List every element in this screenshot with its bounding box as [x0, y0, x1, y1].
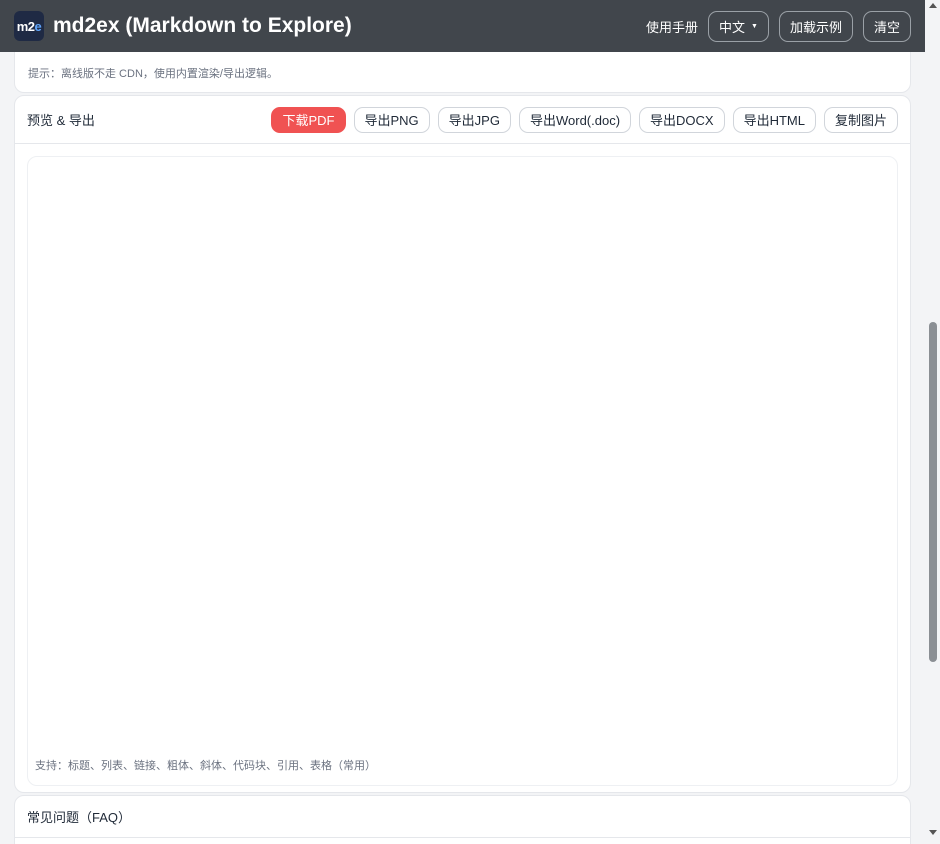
offline-hint-text: 提示：离线版不走 CDN，使用内置渲染/导出逻辑。 [28, 68, 278, 80]
faq-title[interactable]: 常见问题（FAQ） [15, 796, 910, 838]
scroll-up-arrow-icon[interactable] [929, 3, 937, 8]
faq-card: 常见问题（FAQ） [14, 795, 911, 844]
export-png-button[interactable]: 导出PNG [353, 106, 430, 133]
markdown-preview-area[interactable] [27, 156, 898, 786]
page-scrollbar[interactable] [925, 0, 940, 844]
download-pdf-button[interactable]: 下载PDF [271, 106, 346, 133]
supported-syntax-text: 支持：标题、列表、链接、粗体、斜体、代码块、引用、表格（常用） [35, 760, 376, 772]
export-html-button[interactable]: 导出HTML [732, 106, 816, 133]
load-example-button[interactable]: 加载示例 [778, 10, 853, 42]
scroll-down-arrow-icon[interactable] [929, 830, 937, 835]
page: 提示：离线版不走 CDN，使用内置渲染/导出逻辑。 m2 e md2ex (Mar… [0, 0, 940, 844]
app-logo[interactable]: m2 e [14, 11, 44, 41]
clear-button[interactable]: 清空 [862, 10, 911, 42]
logo-text-accent: e [34, 18, 42, 34]
language-select-label: 中文 [719, 19, 746, 35]
preview-card-title: 预览 & 导出 [27, 113, 95, 128]
language-select[interactable]: 中文 ▼ [708, 10, 769, 42]
scrollbar-thumb[interactable] [929, 322, 937, 662]
preview-export-card: 预览 & 导出 下载PDF 导出PNG 导出JPG 导出Word(.doc) 导… [14, 95, 911, 793]
export-button-group: 下载PDF 导出PNG 导出JPG 导出Word(.doc) 导出DOCX 导出… [271, 106, 898, 133]
user-manual-link[interactable]: 使用手册 [646, 17, 698, 36]
app-title: md2ex (Markdown to Explore) [53, 14, 352, 37]
export-jpg-button[interactable]: 导出JPG [437, 106, 511, 133]
export-docx-button[interactable]: 导出DOCX [639, 106, 725, 133]
logo-text: m2 [16, 18, 35, 34]
topbar-actions: 使用手册 中文 ▼ 加载示例 清空 [646, 10, 911, 42]
preview-card-header: 预览 & 导出 下载PDF 导出PNG 导出JPG 导出Word(.doc) 导… [15, 96, 910, 144]
copy-image-button[interactable]: 复制图片 [823, 106, 898, 133]
export-word-doc-button[interactable]: 导出Word(.doc) [518, 106, 632, 133]
caret-down-icon: ▼ [751, 22, 758, 30]
top-navbar: m2 e md2ex (Markdown to Explore) 使用手册 中文 … [0, 0, 925, 52]
